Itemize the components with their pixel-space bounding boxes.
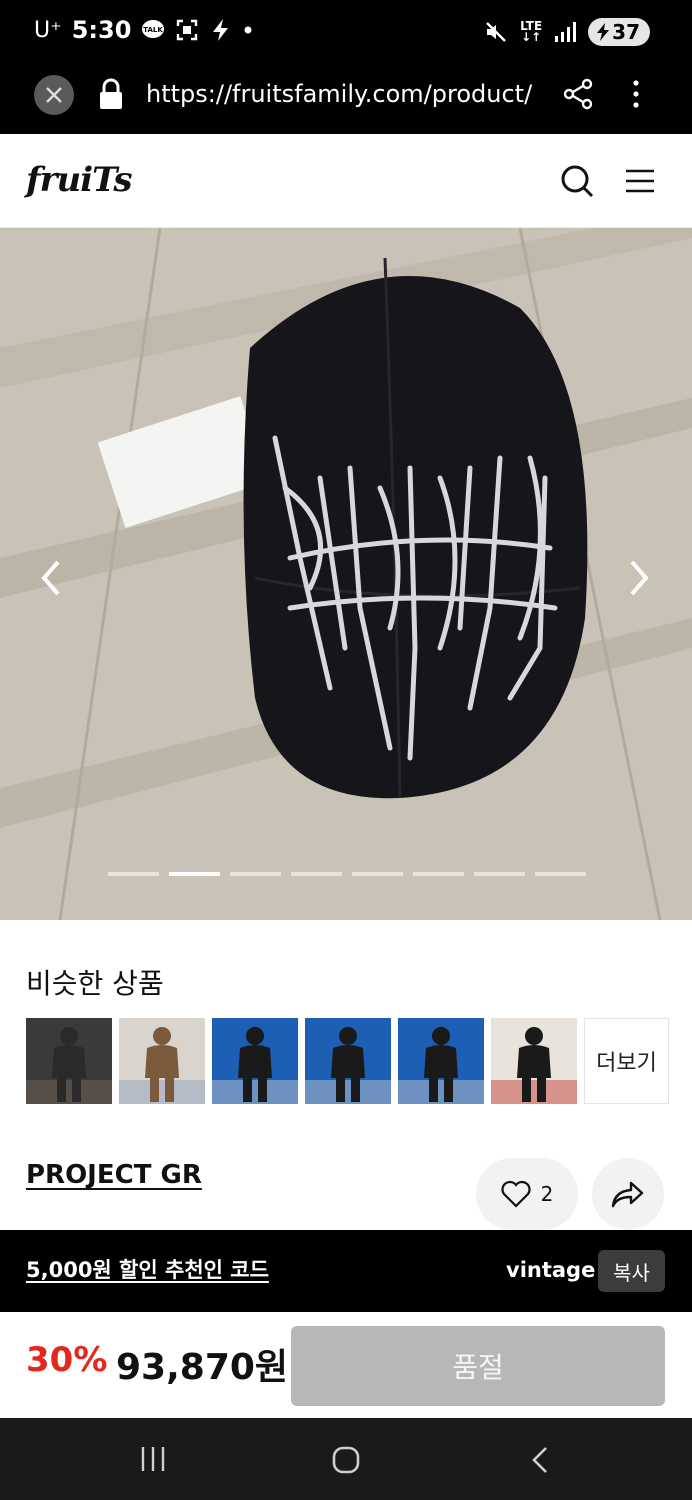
close-icon [46, 87, 62, 103]
android-nav-bar [0, 1418, 692, 1500]
gallery-pagination [108, 872, 586, 876]
gallery-dot[interactable] [230, 872, 281, 876]
referral-promo-bar: 5,000원 할인 추천인 코드 vintage 복사 [0, 1230, 692, 1312]
copy-code-button[interactable]: 복사 [598, 1250, 665, 1292]
gallery-dot[interactable] [413, 872, 464, 876]
battery-bolt-icon [597, 23, 610, 41]
brand-link[interactable]: PROJECT GR [26, 1160, 202, 1190]
price: 93,870원 [116, 1347, 289, 1388]
status-right: LTE ↓↑ 37 [484, 18, 650, 46]
hamburger-menu-icon[interactable] [624, 168, 656, 194]
url-text[interactable]: https://fruitsfamily.com/product/ [146, 80, 538, 108]
similar-products-title: 비슷한 상품 [26, 967, 164, 1000]
close-tab-button[interactable] [34, 75, 74, 115]
referral-promo-link[interactable]: 5,000원 할인 추천인 코드 [26, 1254, 269, 1284]
notification-dot-icon [244, 26, 252, 34]
like-button[interactable]: 2 [476, 1158, 578, 1230]
thumb-image [305, 1018, 391, 1104]
sold-out-button[interactable]: 품절 [291, 1326, 665, 1406]
lte-label: LTE ↓↑ [520, 19, 543, 44]
gallery-dot[interactable] [535, 872, 586, 876]
carrier-label: U⁺ [34, 17, 62, 43]
battery-indicator: 37 [588, 18, 650, 46]
gallery-dot[interactable] [108, 872, 159, 876]
similar-product-thumb[interactable] [119, 1018, 205, 1104]
similar-product-thumb[interactable] [305, 1018, 391, 1104]
thumb-image [212, 1018, 298, 1104]
product-image [0, 228, 692, 920]
similar-product-thumb[interactable] [26, 1018, 112, 1104]
next-image-arrow-icon[interactable] [624, 558, 654, 598]
more-vert-icon[interactable] [626, 78, 646, 110]
gallery-dot[interactable] [474, 872, 525, 876]
similar-product-thumb[interactable] [212, 1018, 298, 1104]
purchase-bar: 30% 93,870원 품절 [0, 1312, 692, 1418]
thumb-image [491, 1018, 577, 1104]
product-image-gallery[interactable] [0, 228, 692, 920]
referral-code: vintage [506, 1258, 596, 1282]
gallery-dot[interactable] [291, 872, 342, 876]
like-count: 2 [540, 1182, 554, 1206]
heart-icon [501, 1180, 531, 1208]
app-header: fruiTs [0, 134, 692, 228]
thumb-image [26, 1018, 112, 1104]
thumb-image [398, 1018, 484, 1104]
share-arrow-icon [611, 1181, 644, 1208]
gallery-dot[interactable] [352, 872, 403, 876]
similar-products-list: 더보기 [26, 1018, 669, 1104]
similar-product-thumb[interactable] [398, 1018, 484, 1104]
svg-text:TALK: TALK [144, 26, 164, 34]
screenshot-icon [177, 19, 198, 41]
previous-image-arrow-icon[interactable] [36, 558, 66, 598]
thumb-image [119, 1018, 205, 1104]
time-label: 5:30 [71, 16, 132, 44]
talk-icon: TALK [142, 20, 165, 38]
search-icon[interactable] [560, 164, 594, 198]
recent-apps-icon[interactable] [140, 1446, 166, 1472]
fruits-logo[interactable]: fruiTs [26, 160, 132, 200]
share-icon[interactable] [562, 78, 594, 110]
share-product-button[interactable] [592, 1158, 664, 1230]
mute-icon [486, 22, 506, 42]
browser-url-bar: https://fruitsfamily.com/product/ [0, 64, 692, 134]
back-icon[interactable] [530, 1446, 550, 1474]
discount-rate: 30% [26, 1340, 108, 1380]
similar-product-thumb[interactable] [491, 1018, 577, 1104]
gallery-dot[interactable] [169, 872, 220, 876]
more-similar-button[interactable]: 더보기 [584, 1018, 669, 1104]
battery-level: 37 [612, 20, 640, 44]
home-icon[interactable] [332, 1446, 360, 1474]
status-left: U⁺ 5:30 TALK [34, 16, 253, 44]
signal-icon [555, 22, 577, 42]
charging-icon [213, 19, 229, 41]
lock-icon[interactable] [98, 78, 124, 110]
status-bar: U⁺ 5:30 TALK LTE ↓↑ 37 [0, 0, 692, 64]
